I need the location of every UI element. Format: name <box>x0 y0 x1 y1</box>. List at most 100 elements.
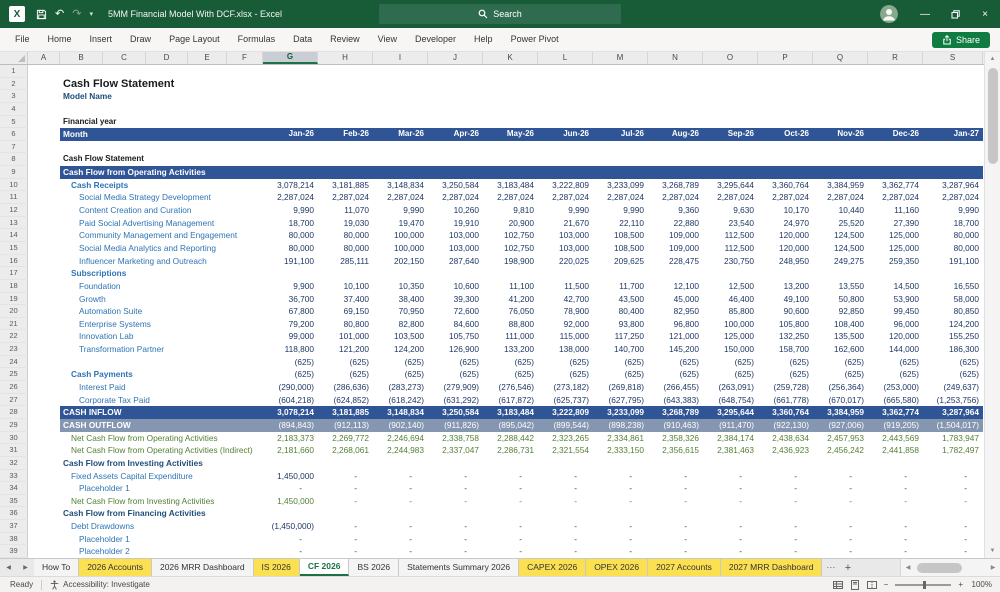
cell-H1[interactable] <box>318 65 373 78</box>
cell-N30[interactable]: 2,358,326 <box>648 432 703 445</box>
sheet-tab-bs-2026[interactable]: BS 2026 <box>349 559 400 576</box>
row-label-16[interactable]: Influencer Marketing and Outreach <box>60 255 263 268</box>
cell-L37[interactable]: - <box>538 520 593 533</box>
cell-H21[interactable]: 80,800 <box>318 318 373 331</box>
cell-I18[interactable]: 10,350 <box>373 280 428 293</box>
cell-K11[interactable]: 2,287,024 <box>483 191 538 204</box>
cell-J7[interactable] <box>428 141 483 154</box>
cell-L6[interactable]: Jun-26 <box>538 128 593 141</box>
cell-Q14[interactable]: 124,500 <box>813 229 868 242</box>
cell-S27[interactable]: (1,253,756) <box>923 394 983 407</box>
cell-I27[interactable]: (618,242) <box>373 394 428 407</box>
cell-R39[interactable]: - <box>868 545 923 558</box>
cell-P37[interactable]: - <box>758 520 813 533</box>
cell-I5[interactable] <box>373 116 428 129</box>
column-header-N[interactable]: N <box>648 52 703 64</box>
cell-I17[interactable] <box>373 267 428 280</box>
column-header-J[interactable]: J <box>428 52 483 64</box>
cell-J12[interactable]: 10,260 <box>428 204 483 217</box>
cell-S15[interactable]: 80,000 <box>923 242 983 255</box>
cell-R12[interactable]: 11,160 <box>868 204 923 217</box>
cell-R8[interactable] <box>868 153 923 166</box>
cell-S34[interactable]: - <box>923 482 983 495</box>
cell-L1[interactable] <box>538 65 593 78</box>
cell-J9[interactable] <box>428 166 483 179</box>
row-label-21[interactable]: Enterprise Systems <box>60 318 263 331</box>
cell-A16[interactable] <box>28 255 60 268</box>
cell-O27[interactable]: (648,754) <box>703 394 758 407</box>
cell-G28[interactable]: 3,078,214 <box>263 406 318 419</box>
cell-R25[interactable]: (625) <box>868 368 923 381</box>
cell-I8[interactable] <box>373 153 428 166</box>
row-number-13[interactable]: 13 <box>0 216 28 230</box>
row-number-38[interactable]: 38 <box>0 532 28 546</box>
cell-K20[interactable]: 76,050 <box>483 305 538 318</box>
cell-I14[interactable]: 100,000 <box>373 229 428 242</box>
cell-M24[interactable]: (625) <box>593 356 648 369</box>
ribbon-tab-developer[interactable]: Developer <box>406 28 465 52</box>
row-label-37[interactable]: Debt Drawdowns <box>60 520 263 533</box>
scroll-right-icon[interactable]: ▶ <box>986 564 1000 571</box>
cell-P22[interactable]: 132,250 <box>758 330 813 343</box>
cell-K29[interactable]: (895,042) <box>483 418 538 432</box>
cell-N20[interactable]: 82,950 <box>648 305 703 318</box>
cell-Q22[interactable]: 135,500 <box>813 330 868 343</box>
cell-K3[interactable] <box>483 90 538 103</box>
cell-A35[interactable] <box>28 495 60 508</box>
cell-P2[interactable] <box>758 78 813 91</box>
cell-H12[interactable]: 11,070 <box>318 204 373 217</box>
cell-L36[interactable] <box>538 507 593 520</box>
column-header-K[interactable]: K <box>483 52 538 64</box>
cell-S14[interactable]: 80,000 <box>923 229 983 242</box>
row-number-14[interactable]: 14 <box>0 229 28 242</box>
cell-Q1[interactable] <box>813 65 868 78</box>
ribbon-tab-file[interactable]: File <box>6 28 39 52</box>
row-label-14[interactable]: Community Management and Engagement <box>60 229 263 242</box>
cell-I23[interactable]: 124,200 <box>373 343 428 356</box>
cell-R23[interactable]: 144,000 <box>868 343 923 356</box>
cell-O24[interactable]: (625) <box>703 356 758 369</box>
cell-L12[interactable]: 9,990 <box>538 204 593 217</box>
sheet-tab-2027-accounts[interactable]: 2027 Accounts <box>648 559 721 576</box>
cell-G10[interactable]: 3,078,214 <box>263 179 318 192</box>
select-all-corner[interactable] <box>0 52 28 64</box>
cell-G37[interactable]: (1,450,000) <box>263 520 318 533</box>
cell-L27[interactable]: (625,737) <box>538 394 593 407</box>
cell-I21[interactable]: 82,800 <box>373 318 428 331</box>
cell-I34[interactable]: - <box>373 482 428 495</box>
horizontal-scroll-thumb[interactable] <box>917 562 962 573</box>
cell-S18[interactable]: 16,550 <box>923 280 983 293</box>
cell-S7[interactable] <box>923 141 983 154</box>
cell-H10[interactable]: 3,181,885 <box>318 179 373 192</box>
cell-S8[interactable] <box>923 153 983 166</box>
cell-S28[interactable]: 3,287,964 <box>923 406 983 419</box>
cell-L15[interactable]: 103,000 <box>538 242 593 255</box>
cell-Q16[interactable]: 249,275 <box>813 255 868 268</box>
cell-S12[interactable]: 9,990 <box>923 204 983 217</box>
cell-L16[interactable]: 220,025 <box>538 255 593 268</box>
cell-A27[interactable] <box>28 394 60 407</box>
cell-Q17[interactable] <box>813 267 868 280</box>
cell-S13[interactable]: 18,700 <box>923 217 983 230</box>
cell-P38[interactable]: - <box>758 533 813 546</box>
ribbon-tab-help[interactable]: Help <box>465 28 502 52</box>
cell-L4[interactable] <box>538 103 593 116</box>
cell-O20[interactable]: 85,800 <box>703 305 758 318</box>
cell-K24[interactable]: (625) <box>483 356 538 369</box>
cell-O21[interactable]: 100,000 <box>703 318 758 331</box>
cell-N10[interactable]: 3,268,789 <box>648 179 703 192</box>
cell-I24[interactable]: (625) <box>373 356 428 369</box>
cell-R7[interactable] <box>868 141 923 154</box>
cell-L24[interactable]: (625) <box>538 356 593 369</box>
cell-I29[interactable]: (902,140) <box>373 418 428 432</box>
cell-R5[interactable] <box>868 116 923 129</box>
row-label-13[interactable]: Paid Social Advertising Management <box>60 217 263 230</box>
cell-H4[interactable] <box>318 103 373 116</box>
sheet-tab-how-to[interactable]: How To <box>34 559 80 576</box>
cell-M27[interactable]: (627,795) <box>593 394 648 407</box>
cell-I19[interactable]: 38,400 <box>373 293 428 306</box>
cell-P9[interactable] <box>758 166 813 179</box>
cell-O8[interactable] <box>703 153 758 166</box>
cell-Q35[interactable]: - <box>813 495 868 508</box>
cell-Q19[interactable]: 50,800 <box>813 293 868 306</box>
